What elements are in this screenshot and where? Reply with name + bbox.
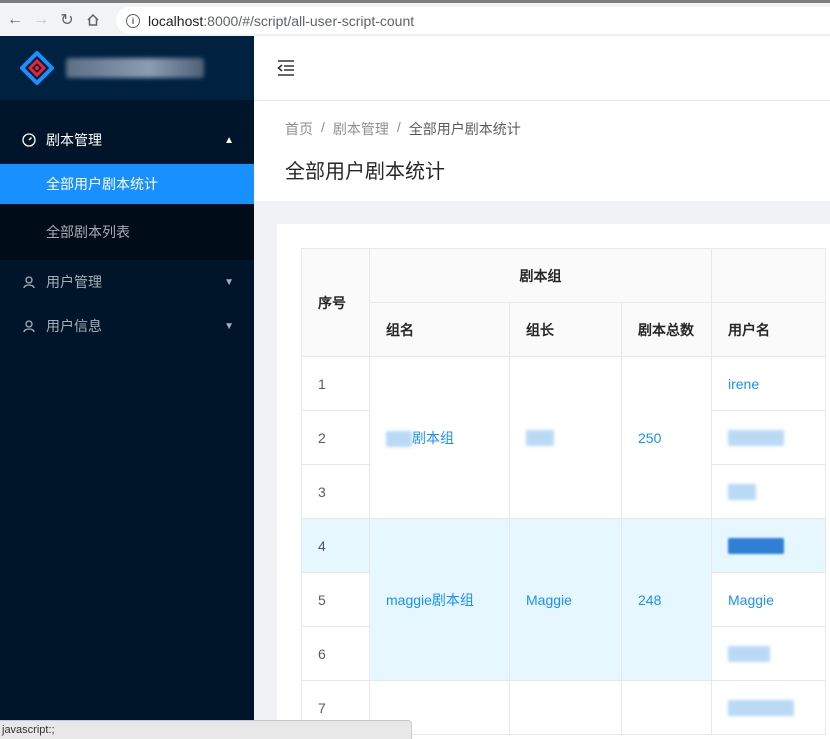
dashboard-icon bbox=[22, 133, 36, 147]
th-script-total: 剧本总数 bbox=[621, 302, 712, 357]
page-title: 全部用户剧本统计 bbox=[285, 161, 445, 183]
user-icon bbox=[22, 275, 36, 289]
redacted-text bbox=[728, 484, 756, 501]
cell-username[interactable] bbox=[711, 626, 826, 681]
content-card: 序号 剧本组 组名 组长 剧本总数 用户名 1 剧本组 250 irene 2 … bbox=[277, 224, 830, 739]
breadcrumb-separator: / bbox=[321, 119, 325, 135]
breadcrumb-current: 全部用户剧本统计 bbox=[408, 121, 521, 137]
cell-username[interactable] bbox=[711, 464, 826, 519]
chevron-down-icon: ▼ bbox=[224, 276, 234, 288]
logo-text-redacted bbox=[66, 58, 204, 78]
url-path: :8000/#/script/all-user-script-count bbox=[203, 12, 415, 29]
cell-username[interactable] bbox=[711, 680, 826, 735]
redacted-text bbox=[728, 646, 770, 663]
sub-item-label: 全部剧本列表 bbox=[46, 224, 130, 240]
cell-username[interactable] bbox=[711, 410, 826, 465]
cell-index: 5 bbox=[301, 572, 370, 627]
reload-icon[interactable]: ↻ bbox=[54, 7, 80, 33]
breadcrumb-separator: / bbox=[396, 119, 401, 135]
menu-fold-icon[interactable] bbox=[276, 58, 296, 78]
site-info-icon[interactable]: i bbox=[126, 13, 140, 28]
cell-leader[interactable]: Maggie bbox=[509, 518, 622, 681]
cell-leader bbox=[509, 680, 622, 735]
cell-leader[interactable] bbox=[509, 356, 622, 519]
sub-item-all-user-script-count[interactable]: 全部用户剧本统计 bbox=[0, 164, 254, 204]
cell-index: 3 bbox=[301, 464, 370, 519]
forward-icon[interactable]: → bbox=[28, 7, 54, 33]
logo-icon bbox=[20, 51, 54, 85]
home-icon[interactable] bbox=[80, 7, 106, 33]
cell-script-total[interactable]: 250 bbox=[621, 356, 712, 519]
th-script-group: 剧本组 bbox=[369, 248, 712, 303]
status-bar: javascript:; bbox=[0, 720, 412, 739]
cell-group-name[interactable]: maggie剧本组 bbox=[369, 518, 510, 681]
cell-username[interactable]: Maggie bbox=[711, 572, 826, 627]
breadcrumb-home[interactable]: 首页 bbox=[285, 119, 313, 139]
cell-group-name[interactable]: 剧本组 bbox=[369, 356, 510, 519]
side-menu: 剧本管理 ▲ 全部用户剧本统计 全部剧本列表 用户管理 ▼ 用户信息 ▼ bbox=[0, 116, 254, 348]
chevron-down-icon: ▼ bbox=[224, 320, 234, 332]
menu-user-management-label: 用户管理 bbox=[46, 274, 102, 290]
redacted-text bbox=[728, 700, 794, 717]
back-icon[interactable]: ← bbox=[2, 7, 28, 33]
redacted-text bbox=[728, 538, 784, 555]
group-name-text: 剧本组 bbox=[412, 429, 454, 446]
stats-table: 序号 剧本组 组名 组长 剧本总数 用户名 1 剧本组 250 irene 2 … bbox=[301, 248, 826, 735]
cell-username[interactable] bbox=[711, 518, 826, 573]
menu-user-info[interactable]: 用户信息 ▼ bbox=[0, 304, 254, 348]
address-bar[interactable]: i localhost:8000/#/script/all-user-scrip… bbox=[116, 7, 830, 34]
sidebar: 剧本管理 ▲ 全部用户剧本统计 全部剧本列表 用户管理 ▼ 用户信息 ▼ bbox=[0, 36, 254, 739]
top-header bbox=[254, 36, 830, 100]
cell-index: 1 bbox=[301, 356, 370, 411]
cell-index: 6 bbox=[301, 626, 370, 681]
cell-index: 2 bbox=[301, 410, 370, 465]
menu-user-management[interactable]: 用户管理 ▼ bbox=[0, 260, 254, 304]
menu-script-management[interactable]: 剧本管理 ▲ bbox=[0, 116, 254, 164]
redacted-text bbox=[386, 430, 412, 447]
sub-item-all-script-list[interactable]: 全部剧本列表 bbox=[0, 204, 254, 260]
redacted-text bbox=[728, 430, 784, 447]
th-leader: 组长 bbox=[509, 302, 622, 357]
sub-menu: 全部用户剧本统计 全部剧本列表 bbox=[0, 164, 254, 260]
cell-script-total[interactable]: 248 bbox=[621, 518, 712, 681]
breadcrumb: 首页 / 剧本管理 / 全部用户剧本统计 bbox=[285, 119, 521, 139]
page-header: 首页 / 剧本管理 / 全部用户剧本统计 全部用户剧本统计 bbox=[254, 100, 830, 201]
redacted-text bbox=[526, 430, 554, 447]
menu-user-info-label: 用户信息 bbox=[46, 318, 102, 334]
logo-area[interactable] bbox=[0, 36, 254, 100]
breadcrumb-script-management[interactable]: 剧本管理 bbox=[333, 119, 389, 139]
user-icon bbox=[22, 319, 36, 333]
browser-toolbar: ← → ↻ i localhost:8000/#/script/all-user… bbox=[0, 0, 830, 36]
cell-script-total bbox=[621, 680, 712, 735]
th-index: 序号 bbox=[301, 248, 370, 357]
th-group-name: 组名 bbox=[369, 302, 510, 357]
url-host: localhost bbox=[148, 12, 204, 29]
th-user-group-blank bbox=[711, 248, 826, 303]
sub-item-label: 全部用户剧本统计 bbox=[46, 176, 158, 192]
chevron-up-icon: ▲ bbox=[224, 134, 234, 146]
table-row-highlighted: 4 maggie剧本组 Maggie 248 bbox=[301, 518, 826, 681]
cell-index: 4 bbox=[301, 518, 370, 573]
cell-username[interactable]: irene bbox=[711, 356, 826, 411]
menu-script-management-label: 剧本管理 bbox=[46, 132, 102, 148]
table-row: 1 剧本组 250 irene bbox=[301, 356, 826, 519]
th-username: 用户名 bbox=[711, 302, 826, 357]
